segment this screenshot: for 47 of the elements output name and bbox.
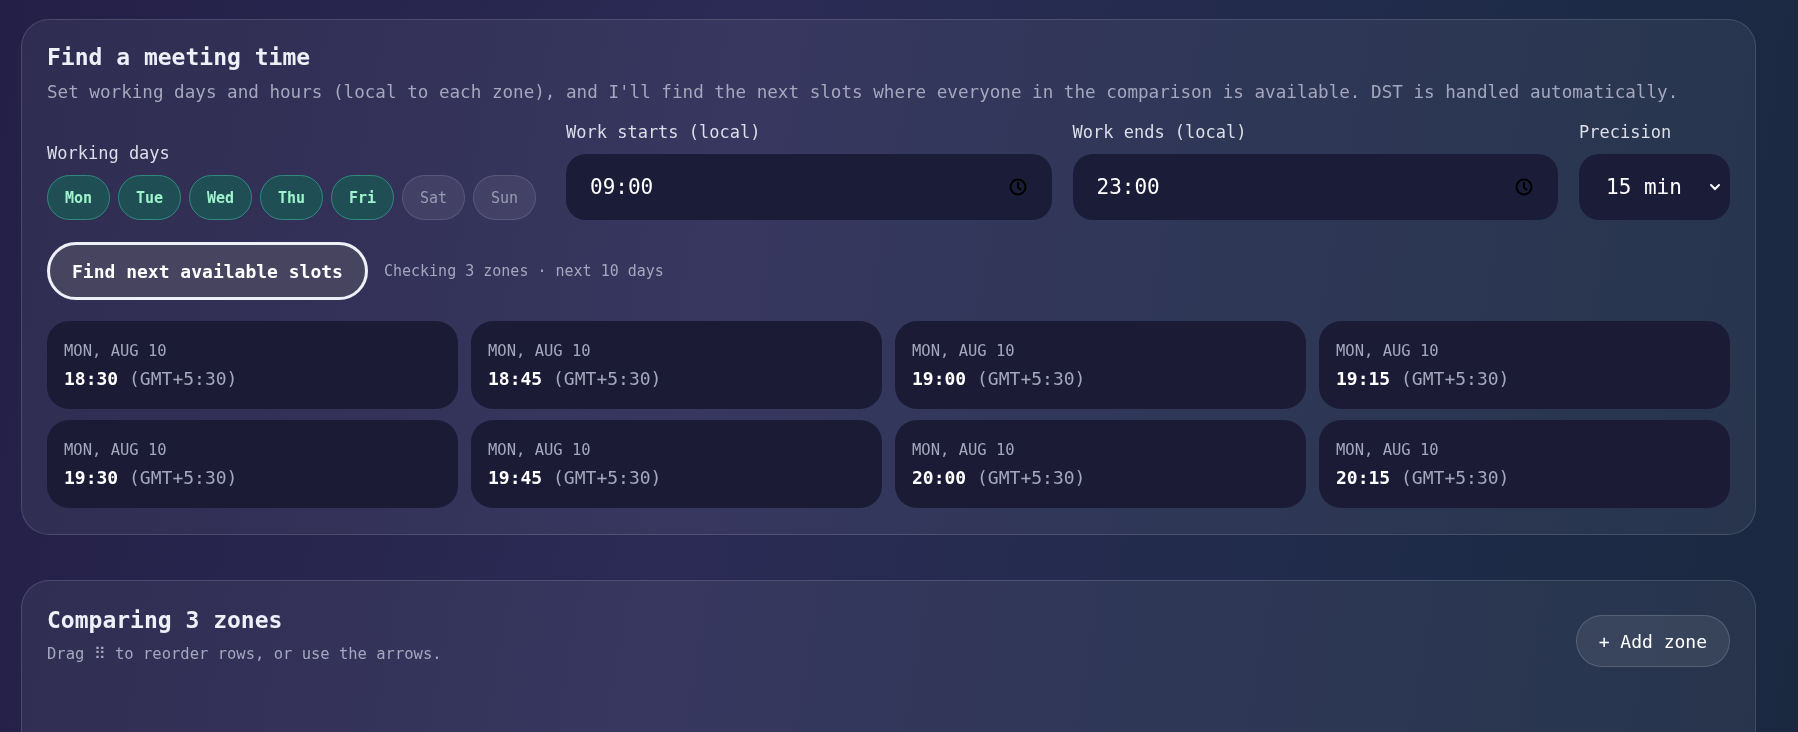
day-toggle[interactable]: Wed bbox=[189, 175, 252, 220]
time-field[interactable]: 09:00 bbox=[566, 154, 1052, 220]
description: Set working days and hours (local to each zone), and I'll find the next slots where everyone in the comparison is available. DST is handled automatically. bbox=[47, 81, 1680, 104]
slot-card[interactable]: MON, AUG 10 19:00 (GMT+5:30) bbox=[895, 321, 1306, 409]
slot-card[interactable]: MON, AUG 10 18:30 (GMT+5:30) bbox=[47, 321, 458, 409]
field-label: Precision bbox=[1579, 122, 1673, 142]
find-slots-button[interactable]: Find next available slots bbox=[47, 242, 368, 300]
slot-date: MON, AUG 10 bbox=[488, 341, 592, 360]
slot-card[interactable]: MON, AUG 10 20:00 (GMT+5:30) bbox=[895, 420, 1306, 508]
slot-time: 18:30 (GMT+5:30) bbox=[64, 367, 239, 389]
precision-select[interactable]: 15 min bbox=[1579, 154, 1730, 220]
slot-card[interactable]: MON, AUG 10 18:45 (GMT+5:30) bbox=[471, 321, 882, 409]
slot-date: MON, AUG 10 bbox=[912, 440, 1016, 459]
day-toggle[interactable]: Fri bbox=[331, 175, 394, 220]
slot-time: 18:45 (GMT+5:30) bbox=[488, 367, 663, 389]
slot-card[interactable]: MON, AUG 10 19:30 (GMT+5:30) bbox=[47, 420, 458, 508]
slot-card[interactable]: MON, AUG 10 19:45 (GMT+5:30) bbox=[471, 420, 882, 508]
card-title: Comparing 3 zones bbox=[47, 607, 284, 633]
day-toggle[interactable]: Mon bbox=[47, 175, 110, 220]
slot-time: 19:00 (GMT+5:30) bbox=[912, 367, 1087, 389]
day-toggle[interactable]: Sat bbox=[402, 175, 465, 220]
field-label: Working days bbox=[47, 143, 171, 163]
slot-date: MON, AUG 10 bbox=[64, 341, 168, 360]
slot-time: 19:45 (GMT+5:30) bbox=[488, 466, 663, 488]
day-toggle[interactable]: Tue bbox=[118, 175, 181, 220]
slot-date: MON, AUG 10 bbox=[64, 440, 168, 459]
add-zone-button[interactable]: + Add zone bbox=[1575, 615, 1730, 667]
slot-card[interactable]: MON, AUG 10 20:15 (GMT+5:30) bbox=[1319, 420, 1730, 508]
day-toggle[interactable]: Thu bbox=[260, 175, 323, 220]
slot-time: 20:00 (GMT+5:30) bbox=[912, 466, 1087, 488]
slot-date: MON, AUG 10 bbox=[912, 341, 1016, 360]
slot-time: 19:30 (GMT+5:30) bbox=[64, 466, 239, 488]
clock-icon[interactable] bbox=[1007, 177, 1028, 197]
slot-time: 20:15 (GMT+5:30) bbox=[1336, 466, 1511, 488]
slot-time: 19:15 (GMT+5:30) bbox=[1336, 367, 1511, 389]
clock-icon[interactable] bbox=[1514, 177, 1534, 197]
slot-date: MON, AUG 10 bbox=[1336, 341, 1440, 360]
hint-text: Drag ⠿ to reorder rows, or use the arrows. bbox=[47, 645, 442, 663]
slot-date: MON, AUG 10 bbox=[488, 440, 592, 459]
status-text: Checking 3 zones · next 10 days bbox=[383, 262, 664, 280]
slot-date: MON, AUG 10 bbox=[1336, 440, 1440, 459]
field-label: Work starts (local) bbox=[566, 122, 762, 142]
time-field[interactable]: 23:00 bbox=[1072, 154, 1558, 220]
slot-card[interactable]: MON, AUG 10 19:15 (GMT+5:30) bbox=[1319, 321, 1730, 409]
card-title: Find a meeting time bbox=[47, 44, 312, 70]
day-toggle[interactable]: Sun bbox=[473, 175, 536, 220]
field-label: Work ends (local) bbox=[1072, 122, 1248, 142]
